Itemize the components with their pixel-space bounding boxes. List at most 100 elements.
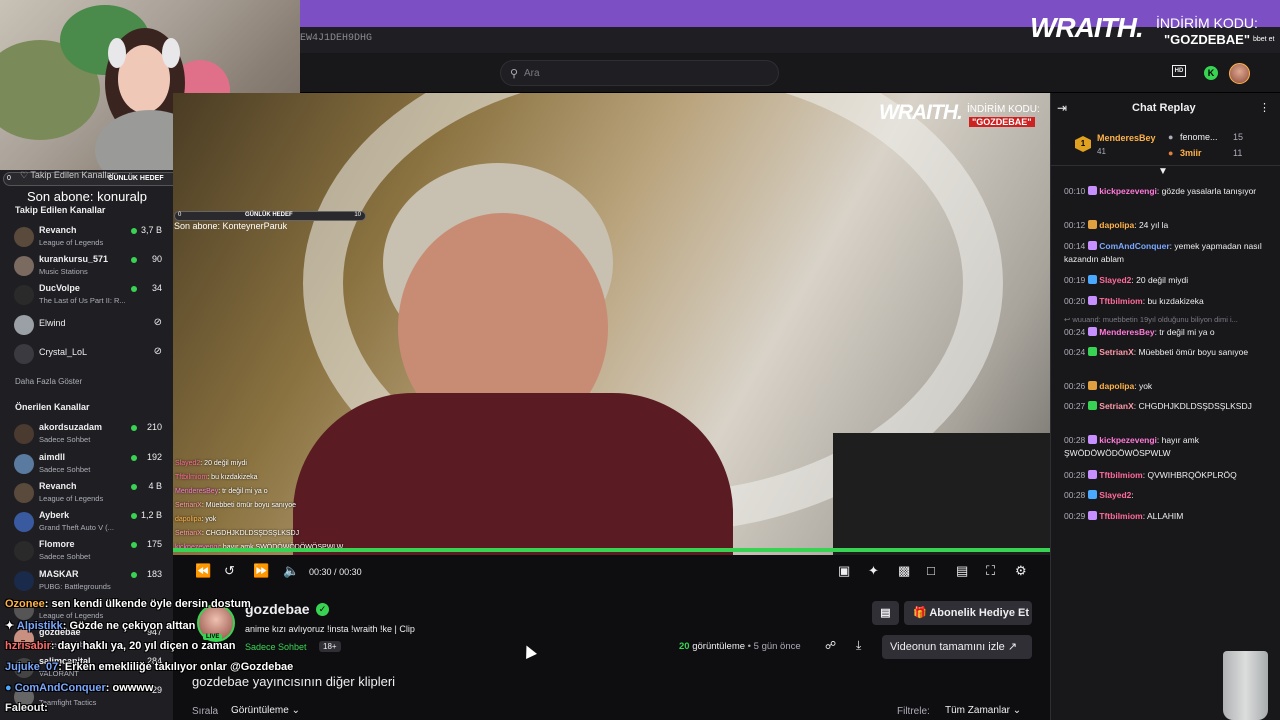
- chat-username[interactable]: Slayed2: [1099, 490, 1131, 500]
- external-link-icon: ↗: [1007, 641, 1018, 653]
- chat-username[interactable]: MenderesBey: [1099, 327, 1154, 337]
- fullscreen-icon[interactable]: ⛶: [986, 563, 995, 579]
- channel-game: Sadece Sohbet: [39, 552, 91, 561]
- more-clips-heading: gozdebae yayıncısının diğer klipleri: [192, 674, 396, 689]
- time-total: 00:30: [339, 567, 362, 577]
- viewer-count: 1,2 B: [140, 510, 162, 520]
- video-chat-line: SetrianX: CHGDHJKDLDSŞDSŞLKSDJ: [175, 530, 300, 537]
- stats-icon[interactable]: ▩: [898, 563, 910, 579]
- chat-timestamp: 00:28: [1064, 435, 1086, 445]
- chat-username[interactable]: Tftbilmiom: [1099, 296, 1142, 306]
- sparkle-icon[interactable]: ✦: [868, 563, 879, 579]
- sidebar: 0 GÜNLÜK HEDEF 10 ♡ Takip Edilen Kanalla…: [0, 170, 281, 720]
- filter-dropdown[interactable]: Tüm Zamanlar ⌄: [945, 705, 1021, 716]
- chat-message: 00:12 dapolipa: 24 yıl la: [1064, 219, 1269, 232]
- sidebar-item-kurankursu[interactable]: kurankursu_571 Music Stations 90: [0, 252, 173, 280]
- recommended-heading: Önerilen Kanallar: [15, 402, 90, 412]
- channel-name: Ayberk: [39, 510, 70, 520]
- chat-text: ↩ wuuand: muebbetin 19yıl olduğunu biliy…: [1064, 315, 1238, 324]
- category-link[interactable]: Sadece Sohbet: [245, 642, 307, 652]
- avatar: [14, 483, 34, 503]
- verified-icon: ✓: [316, 603, 329, 616]
- sidebar-item-akordsuzadam[interactable]: akordsuzadam Sadece Sohbet 210: [0, 420, 173, 448]
- chat-username[interactable]: kickpezevengi: [1099, 435, 1157, 445]
- sidebar-item-ducvolpe[interactable]: DucVolpe The Last of Us Part II: R... 34: [0, 281, 173, 309]
- kick-hd-icon[interactable]: HD: [1172, 65, 1186, 77]
- chat-menu-icon[interactable]: ⋮: [1259, 101, 1270, 114]
- chat-timestamp: 00:19: [1064, 275, 1086, 285]
- chat-username[interactable]: kickpezevengi: [1099, 186, 1157, 196]
- fast-forward-icon[interactable]: ⏩: [253, 563, 269, 579]
- sidebar-item-flomore[interactable]: Flomore Sadece Sohbet 175: [0, 537, 173, 565]
- video-promo-line: İNDİRİM KODU:: [967, 104, 1040, 115]
- sidebar-item-ayberk[interactable]: Ayberk Grand Theft Auto V (... 1,2 B: [0, 508, 173, 536]
- channel-name: DucVolpe: [39, 283, 80, 293]
- search-input[interactable]: ⚲ Ara: [500, 60, 779, 86]
- avatar: [14, 315, 34, 335]
- sort-dropdown[interactable]: Görüntüleme ⌄: [231, 705, 300, 716]
- miniplayer-icon[interactable]: □: [927, 563, 935, 578]
- settings-icon[interactable]: ⚙: [1015, 563, 1027, 579]
- viewer-count: 90: [151, 254, 162, 264]
- chat-toggle-button[interactable]: ▤: [872, 601, 899, 625]
- share-icon[interactable]: ☍: [825, 639, 836, 652]
- chat-username[interactable]: dapolipa: [1099, 381, 1134, 391]
- overlay-chat-line: Ozonee: sen kendi ülkende öyle dersin do…: [5, 598, 251, 610]
- volume-icon[interactable]: 🔈: [283, 563, 299, 579]
- sidebar-item-aimdll[interactable]: aimdll Sadece Sohbet 192: [0, 450, 173, 478]
- chat-username[interactable]: SetrianX: [1099, 347, 1134, 357]
- crop-icon[interactable]: ▣: [838, 563, 850, 579]
- chat-username[interactable]: Tftbilmiom: [1099, 470, 1142, 480]
- gifter-count: 41: [1097, 147, 1106, 156]
- chevron-down-icon: ⌄: [1012, 705, 1022, 716]
- chat-timestamp: 00:12: [1064, 220, 1086, 230]
- channel-game: Music Stations: [39, 267, 88, 276]
- chat-username[interactable]: Tftbilmiom: [1099, 511, 1142, 521]
- viewer-count: 210: [146, 422, 162, 432]
- channel-name[interactable]: gozdebae: [245, 601, 310, 617]
- watch-full-button[interactable]: Videonun tamamını izle ↗: [882, 635, 1032, 659]
- show-more-link[interactable]: Daha Fazla Göster: [15, 377, 82, 386]
- kick-k-icon[interactable]: K: [1204, 66, 1218, 80]
- wraith-logo: WRAITH.: [1030, 12, 1144, 43]
- theater-icon[interactable]: ▤: [956, 563, 968, 579]
- channel-name: aimdll: [39, 452, 66, 462]
- gift-sub-button[interactable]: 🎁 Abonelik Hediye Et: [904, 601, 1032, 625]
- replay-icon[interactable]: ↺: [224, 563, 235, 579]
- chat-timestamp: 00:26: [1064, 381, 1086, 391]
- chat-text: : bu kızdakizeka: [1142, 296, 1204, 306]
- download-icon[interactable]: ⤓: [856, 638, 861, 653]
- sidebar-item-elwind[interactable]: Elwind ⊘: [0, 311, 173, 339]
- channel-name: kurankursu_571: [39, 254, 109, 264]
- rank-badge: 1: [1075, 136, 1091, 152]
- sidebar-item-crystal[interactable]: Crystal_LoL ⊘: [0, 340, 173, 368]
- collapse-chat-icon[interactable]: ⇥: [1057, 101, 1067, 115]
- chat-message: 00:28 kickpezevengi: hayır amk ŞWÖDÖWÖDÖW…: [1064, 434, 1269, 460]
- avatar: [14, 256, 34, 276]
- viewer-count: 4 B: [148, 481, 162, 491]
- overlay-chat-line: hzrisabir: dayı haklı ya, 20 yıl diçen o…: [5, 640, 236, 652]
- expand-gifters-icon[interactable]: ▼: [1158, 166, 1168, 177]
- chat-text: : Müebbeti ömür boyu sanıyoe: [1133, 347, 1249, 357]
- avatar: [14, 285, 34, 305]
- video-player[interactable]: WRAITH. İNDİRİM KODU: "GOZDEBAE" 0 GÜNLÜ…: [173, 93, 1050, 555]
- chat-username[interactable]: dapolipa: [1099, 220, 1134, 230]
- chat-username[interactable]: Slayed2: [1099, 275, 1131, 285]
- gifter-name: 3miir: [1180, 148, 1202, 158]
- view-stats: 20 görüntüleme • 5 gün önce: [679, 641, 801, 652]
- sidebar-item-revanch[interactable]: Revanch League of Legends 3,7 B: [0, 223, 173, 251]
- rewind-icon[interactable]: ⏪: [195, 563, 211, 579]
- chat-badge-icon: [1088, 275, 1098, 284]
- chat-username[interactable]: SetrianX: [1099, 401, 1134, 411]
- avatar: [14, 571, 34, 591]
- chat-badge-icon: [1088, 186, 1098, 195]
- video-goal-current: 0: [178, 212, 182, 218]
- sidebar-item-revanch-rec[interactable]: Revanch League of Legends 4 B: [0, 479, 173, 507]
- chat-username[interactable]: ComAndConquer: [1099, 241, 1169, 251]
- sidebar-item-maskar[interactable]: MASKAR PUBG: Battlegrounds 183: [0, 567, 173, 595]
- heart-icon: ♡: [20, 170, 29, 180]
- chat-timestamp: 00:24: [1064, 347, 1086, 357]
- chat-timestamp: 00:28: [1064, 470, 1086, 480]
- user-avatar[interactable]: [1229, 63, 1250, 84]
- chat-message: 00:24 SetrianX: Müebbeti ömür boyu sanıyo…: [1064, 346, 1269, 359]
